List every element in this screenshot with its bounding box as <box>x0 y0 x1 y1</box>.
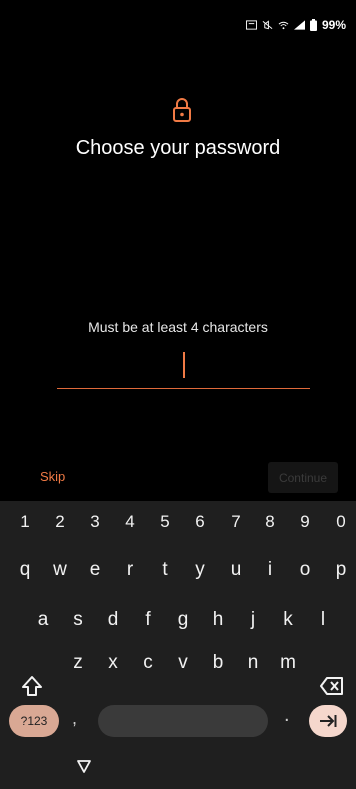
key-r[interactable]: r <box>118 552 142 588</box>
key-7[interactable]: 7 <box>224 504 248 540</box>
key-i[interactable]: i <box>258 552 282 588</box>
continue-button[interactable]: Continue <box>268 462 338 493</box>
key-2[interactable]: 2 <box>48 504 72 540</box>
key-c[interactable]: c <box>136 645 160 681</box>
key-8[interactable]: 8 <box>258 504 282 540</box>
key-m[interactable]: m <box>276 645 300 681</box>
key-y[interactable]: y <box>188 552 212 588</box>
key-9[interactable]: 9 <box>293 504 317 540</box>
key-e[interactable]: e <box>83 552 107 588</box>
status-icons: 99% <box>245 18 346 32</box>
wifi-icon <box>278 21 289 30</box>
enter-key[interactable] <box>309 705 347 737</box>
status-bar: 99% <box>0 0 356 48</box>
key-5[interactable]: 5 <box>153 504 177 540</box>
text-cursor <box>183 352 185 378</box>
key-l[interactable]: l <box>311 602 335 638</box>
key-h[interactable]: h <box>206 602 230 638</box>
enter-arrow-icon <box>320 715 337 727</box>
key-p[interactable]: p <box>329 552 353 588</box>
nfc-icon <box>245 20 257 30</box>
key-q[interactable]: q <box>13 552 37 588</box>
key-b[interactable]: b <box>206 645 230 681</box>
back-triangle-icon[interactable] <box>76 758 92 774</box>
skip-button[interactable]: Skip <box>40 469 65 484</box>
key-t[interactable]: t <box>153 552 177 588</box>
page-title: Choose your password <box>75 137 281 159</box>
lock-icon <box>173 98 191 122</box>
key-w[interactable]: w <box>48 552 72 588</box>
shift-icon[interactable] <box>20 674 44 698</box>
backspace-icon[interactable] <box>320 676 344 696</box>
comma-key[interactable]: , <box>72 708 82 729</box>
navigation-bar <box>0 749 356 789</box>
key-x[interactable]: x <box>101 645 125 681</box>
battery-icon <box>309 19 317 31</box>
key-a[interactable]: a <box>31 602 55 638</box>
key-1[interactable]: 1 <box>13 504 37 540</box>
password-input[interactable] <box>57 352 310 389</box>
key-v[interactable]: v <box>171 645 195 681</box>
key-0[interactable]: 0 <box>329 504 353 540</box>
key-u[interactable]: u <box>224 552 248 588</box>
key-z[interactable]: z <box>66 645 90 681</box>
key-s[interactable]: s <box>66 602 90 638</box>
key-f[interactable]: f <box>136 602 160 638</box>
signal-icon <box>293 20 305 30</box>
key-d[interactable]: d <box>101 602 125 638</box>
battery-percent: 99% <box>321 18 346 32</box>
key-j[interactable]: j <box>241 602 265 638</box>
symbols-key[interactable]: ?123 <box>9 705 59 737</box>
key-4[interactable]: 4 <box>118 504 142 540</box>
key-n[interactable]: n <box>241 645 265 681</box>
key-o[interactable]: o <box>293 552 317 588</box>
password-hint: Must be at least 4 characters <box>88 319 268 335</box>
mute-icon <box>262 20 273 30</box>
key-g[interactable]: g <box>171 602 195 638</box>
space-key[interactable] <box>98 705 268 737</box>
key-6[interactable]: 6 <box>188 504 212 540</box>
period-key[interactable]: . <box>284 704 294 727</box>
key-3[interactable]: 3 <box>83 504 107 540</box>
key-k[interactable]: k <box>276 602 300 638</box>
